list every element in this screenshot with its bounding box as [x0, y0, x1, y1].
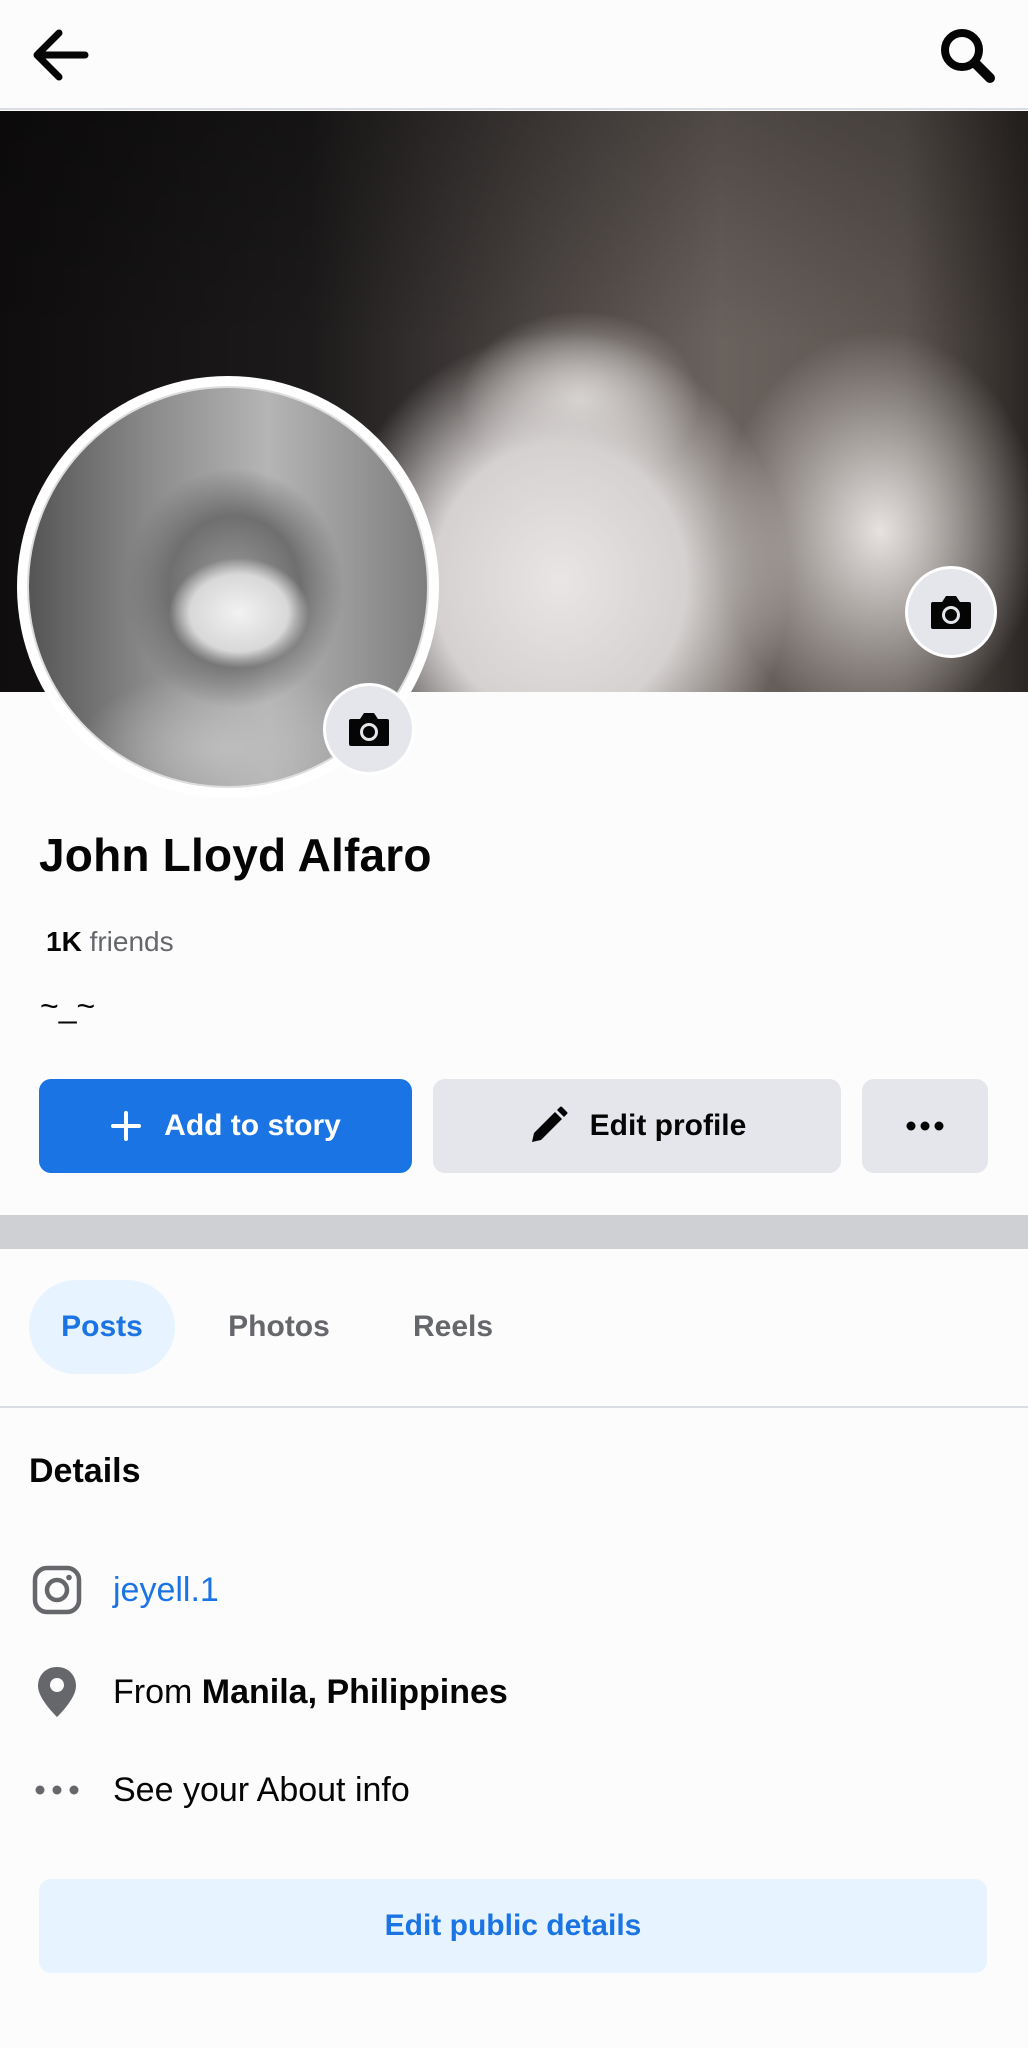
instagram-handle[interactable]: jeyell.1 — [113, 1571, 219, 1610]
edit-profile-picture-button[interactable] — [323, 683, 415, 775]
profile-name: John Lloyd Alfaro — [39, 829, 432, 881]
friends-count[interactable]: 1K friends — [46, 926, 174, 958]
arrow-left-icon — [33, 29, 89, 81]
location-pin-icon — [0, 1665, 113, 1719]
hometown-prefix: From — [113, 1672, 202, 1711]
edit-public-details-button[interactable]: Edit public details — [39, 1879, 987, 1973]
section-divider — [0, 1215, 1028, 1249]
pencil-icon — [528, 1106, 568, 1146]
more-options-button[interactable] — [862, 1079, 988, 1173]
camera-icon — [931, 596, 971, 629]
profile-bio: ~_~ — [40, 988, 96, 1024]
tab-reels[interactable]: Reels — [398, 1280, 508, 1374]
plus-icon — [110, 1110, 142, 1142]
search-icon — [941, 29, 995, 83]
more-horizontal-icon — [906, 1121, 944, 1131]
hometown-place: Manila, Philippines — [201, 1672, 508, 1711]
instagram-icon — [0, 1565, 113, 1615]
camera-icon — [349, 713, 389, 746]
edit-profile-button[interactable]: Edit profile — [433, 1079, 841, 1173]
search-button[interactable] — [932, 20, 1002, 90]
hometown-row: From Manila, Philippines — [0, 1657, 1028, 1727]
profile-tabs: Posts Photos Reels — [0, 1280, 1028, 1376]
edit-profile-label: Edit profile — [589, 1109, 747, 1142]
tab-photos[interactable]: Photos — [212, 1280, 346, 1374]
more-horizontal-icon — [0, 1785, 113, 1795]
friends-count-label: friends — [81, 926, 174, 957]
hometown-text: From Manila, Philippines — [113, 1673, 508, 1712]
top-bar — [0, 0, 1028, 110]
instagram-link-row[interactable]: jeyell.1 — [0, 1555, 1028, 1625]
details-heading: Details — [29, 1452, 141, 1490]
edit-cover-photo-button[interactable] — [905, 566, 997, 658]
add-to-story-button[interactable]: Add to story — [39, 1079, 412, 1173]
friends-count-value: 1K — [46, 926, 82, 957]
back-button[interactable] — [24, 22, 96, 88]
about-info-row[interactable]: See your About info — [0, 1755, 1028, 1825]
about-info-label: See your About info — [113, 1770, 410, 1809]
add-to-story-label: Add to story — [164, 1109, 341, 1142]
tab-posts[interactable]: Posts — [29, 1280, 175, 1374]
tabs-divider — [0, 1406, 1028, 1408]
